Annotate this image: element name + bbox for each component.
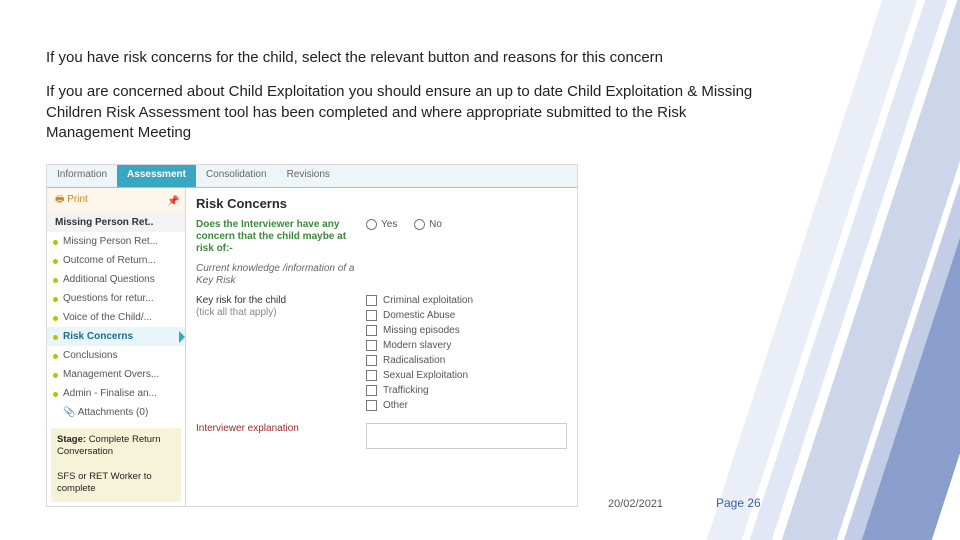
risk-checkbox-group: Criminal exploitation Domestic Abuse Mis… xyxy=(366,295,567,415)
instruction-text: If you have risk concerns for the child,… xyxy=(46,48,756,157)
sidebar-item-missing-person[interactable]: Missing Person Ret... xyxy=(47,232,185,251)
sidebar-attachments[interactable]: 📎 Attachments (0) xyxy=(47,403,185,422)
radio-no[interactable]: No xyxy=(414,219,442,230)
check-missing-episodes[interactable]: Missing episodes xyxy=(366,325,567,336)
sidebar-item-additional-questions[interactable]: Additional Questions xyxy=(47,270,185,289)
check-sexual-exploitation[interactable]: Sexual Exploitation xyxy=(366,370,567,381)
tab-assessment[interactable]: Assessment xyxy=(117,165,196,187)
sidebar-item-admin-finalise[interactable]: Admin - Finalise an... xyxy=(47,384,185,403)
tab-consolidation[interactable]: Consolidation xyxy=(196,165,277,187)
sidebar-item-conclusions[interactable]: Conclusions xyxy=(47,346,185,365)
sidebar-item-risk-concerns[interactable]: Risk Concerns xyxy=(47,327,185,346)
tab-revisions[interactable]: Revisions xyxy=(277,165,340,187)
check-domestic-abuse[interactable]: Domestic Abuse xyxy=(366,310,567,321)
check-criminal-exploitation[interactable]: Criminal exploitation xyxy=(366,295,567,306)
check-radicalisation[interactable]: Radicalisation xyxy=(366,355,567,366)
print-link[interactable]: 🖶 Print xyxy=(55,192,88,209)
current-knowledge-label: Current knowledge /information of a Key … xyxy=(196,263,366,287)
check-trafficking[interactable]: Trafficking xyxy=(366,385,567,396)
stage-box: Stage: Complete Return Conversation SFS … xyxy=(51,428,181,502)
tick-hint: (tick all that apply) xyxy=(196,307,277,318)
interviewer-explanation-input[interactable] xyxy=(366,423,567,449)
interviewer-explanation-label: Interviewer explanation xyxy=(196,423,366,435)
instruction-paragraph-2: If you are concerned about Child Exploit… xyxy=(46,82,756,143)
pin-icon[interactable]: 📌 xyxy=(167,196,177,206)
check-modern-slavery[interactable]: Modern slavery xyxy=(366,340,567,351)
radio-yes[interactable]: Yes xyxy=(366,219,397,230)
check-other[interactable]: Other xyxy=(366,400,567,411)
instruction-paragraph-1: If you have risk concerns for the child,… xyxy=(46,48,756,68)
stage-note: SFS or RET Worker to complete xyxy=(57,471,152,494)
sidebar: 🖶 Print 📌 Missing Person Ret.. Missing P… xyxy=(47,188,185,506)
application-screenshot: Information Assessment Consolidation Rev… xyxy=(46,164,578,507)
sidebar-item-voice-child[interactable]: Voice of the Child/... xyxy=(47,308,185,327)
sidebar-heading: Missing Person Ret.. xyxy=(47,213,185,232)
main-panel: Risk Concerns Does the Interviewer have … xyxy=(185,188,577,506)
tab-bar: Information Assessment Consolidation Rev… xyxy=(47,165,577,188)
stage-label: Stage: xyxy=(57,434,86,445)
sidebar-item-outcome[interactable]: Outcome of Return... xyxy=(47,251,185,270)
tab-information[interactable]: Information xyxy=(47,165,117,187)
sidebar-item-management[interactable]: Management Overs... xyxy=(47,365,185,384)
panel-title: Risk Concerns xyxy=(196,196,567,211)
footer-date: 20/02/2021 xyxy=(608,498,663,510)
question-interviewer-concern: Does the Interviewer have any concern th… xyxy=(196,219,366,255)
footer-page-number: Page 26 xyxy=(716,496,761,510)
sidebar-item-questions-retur[interactable]: Questions for retur... xyxy=(47,289,185,308)
key-risk-label: Key risk for the child xyxy=(196,295,286,306)
